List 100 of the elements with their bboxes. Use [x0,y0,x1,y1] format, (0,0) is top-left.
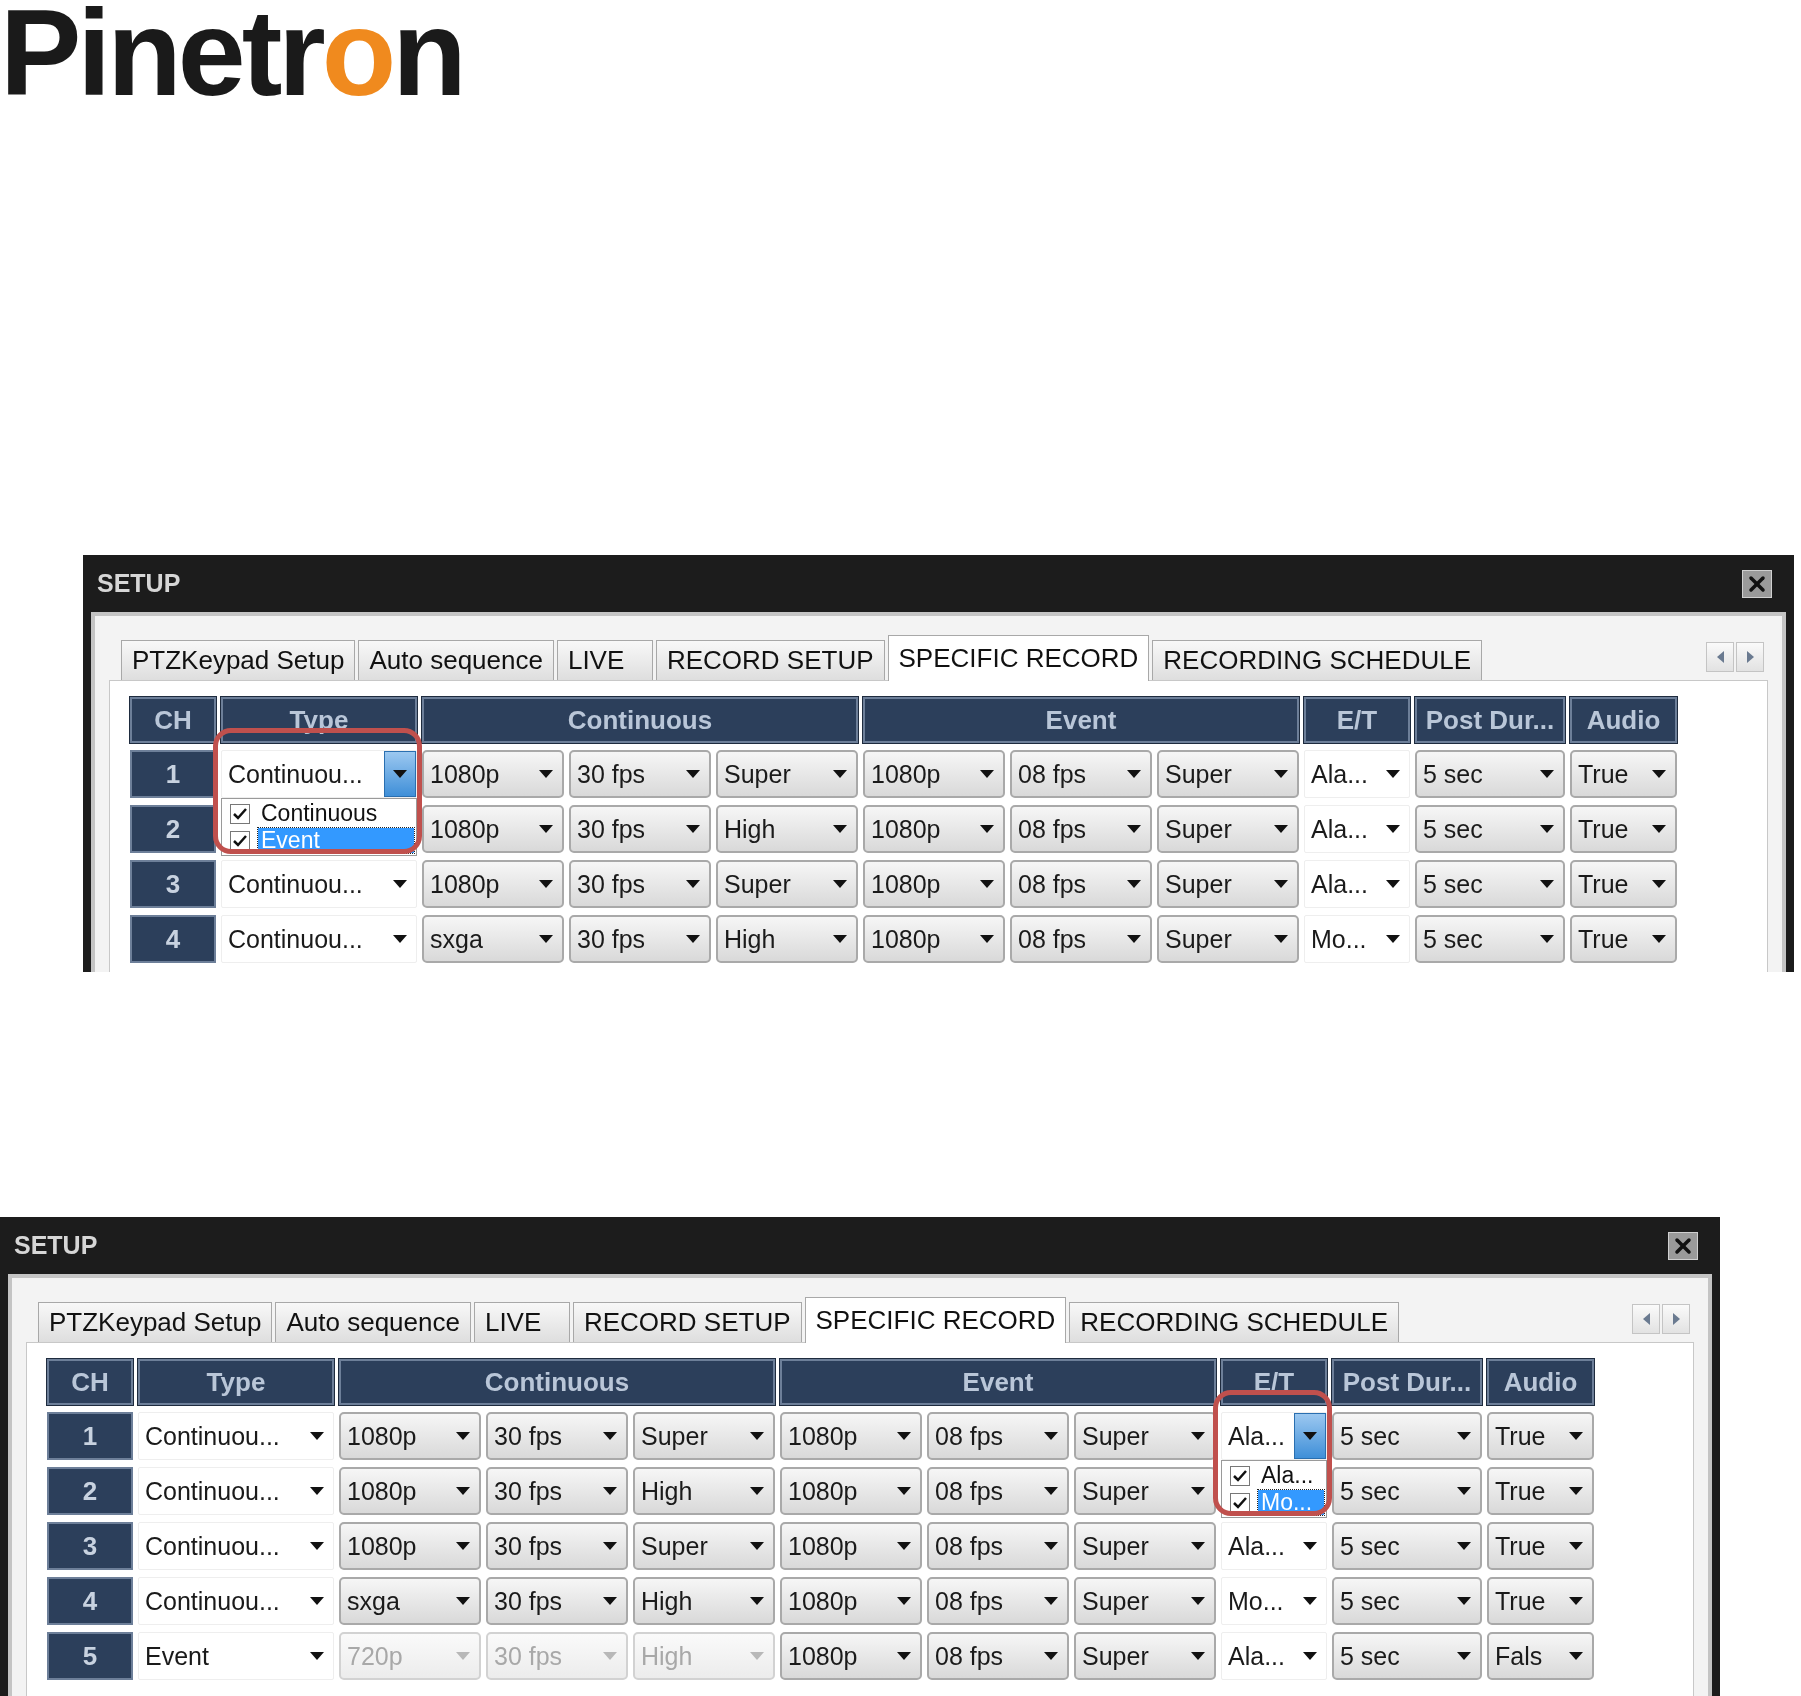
dropdown-select[interactable]: Mo... [1304,915,1410,963]
dropdown-select[interactable]: 1080p [780,1412,922,1460]
tab[interactable]: PTZKeypad Setup [38,1302,273,1342]
dropdown-select[interactable]: 1080p [780,1467,922,1515]
dropdown-select[interactable]: Super [633,1412,775,1460]
dropdown-select[interactable]: 08 fps [927,1467,1069,1515]
dropdown-select[interactable]: sxga [339,1577,481,1625]
dropdown-select[interactable]: 30 fps [486,1412,628,1460]
tab[interactable]: SPECIFIC RECORD [804,1297,1067,1343]
tab[interactable]: SPECIFIC RECORD [887,635,1150,681]
dropdown-select[interactable]: Continuou... [138,1522,334,1570]
dropdown-select[interactable]: Fals [1487,1632,1594,1680]
dropdown-select[interactable]: High [633,1577,775,1625]
scroll-right-button[interactable] [1736,642,1764,672]
dropdown-select[interactable]: 30 fps [486,1577,628,1625]
tab[interactable]: RECORD SETUP [572,1302,802,1342]
dropdown-select[interactable]: Super [1074,1577,1216,1625]
tab[interactable]: LIVE [556,640,653,680]
dropdown-select[interactable]: Super [1074,1522,1216,1570]
scroll-right-button[interactable] [1662,1304,1690,1334]
dropdown-select[interactable]: 1080p [339,1467,481,1515]
dropdown-select[interactable]: High [716,805,858,853]
dropdown-select[interactable]: 1080p [422,860,564,908]
dropdown-select[interactable]: 1080p [339,1522,481,1570]
dropdown-select[interactable]: 1080p [422,750,564,798]
dropdown-select[interactable]: 5 sec [1415,750,1565,798]
dropdown-select[interactable]: Event [138,1632,334,1680]
close-button[interactable] [1742,569,1772,598]
dropdown-select[interactable]: True [1570,805,1677,853]
dropdown-select[interactable]: Super [1157,805,1299,853]
tab[interactable]: PTZKeypad Setup [121,640,356,680]
dropdown-select[interactable]: Continuou... [138,1412,334,1460]
dropdown-select[interactable]: Super [716,750,858,798]
dropdown-select[interactable]: Continuou... [138,1467,334,1515]
dropdown-select[interactable]: 1080p [780,1632,922,1680]
dropdown-select[interactable]: True [1487,1412,1594,1460]
scroll-left-button[interactable] [1632,1304,1660,1334]
dropdown-select[interactable]: 08 fps [1010,915,1152,963]
dropdown-select[interactable]: 08 fps [927,1412,1069,1460]
dropdown-select[interactable]: Ala... [1221,1522,1327,1570]
dropdown-select[interactable]: Ala... [1221,1412,1327,1460]
dropdown-select[interactable]: Continuou... [221,915,417,963]
dropdown-select[interactable]: Ala... [1304,805,1410,853]
dropdown-select[interactable]: 1080p [339,1412,481,1460]
dropdown-select[interactable]: Super [1074,1412,1216,1460]
dropdown-select[interactable]: Super [1157,915,1299,963]
dropdown-select[interactable]: Ala... [1221,1632,1327,1680]
close-button[interactable] [1668,1231,1698,1260]
dropdown-select[interactable]: Super [633,1522,775,1570]
dropdown-select[interactable]: True [1487,1577,1594,1625]
tab[interactable]: LIVE [473,1302,570,1342]
checkbox[interactable] [230,803,250,824]
dropdown-select[interactable]: 1080p [422,805,564,853]
dropdown-select[interactable]: 1080p [863,915,1005,963]
dropdown-select[interactable]: sxga [422,915,564,963]
dropdown-select[interactable]: Super [1157,860,1299,908]
menu-option[interactable]: Ala... [1258,1463,1324,1488]
dropdown-select[interactable]: 1080p [780,1577,922,1625]
dropdown-select[interactable]: 1080p [780,1522,922,1570]
dropdown-select[interactable]: 5 sec [1332,1577,1482,1625]
dropdown-select[interactable]: True [1570,915,1677,963]
dropdown-select[interactable]: 08 fps [927,1522,1069,1570]
dropdown-select[interactable]: Continuou... [221,860,417,908]
dropdown-select[interactable]: 5 sec [1332,1632,1482,1680]
tab[interactable]: RECORDING SCHEDULE [1152,640,1483,680]
dropdown-select[interactable]: Super [1074,1632,1216,1680]
tab[interactable]: RECORD SETUP [655,640,885,680]
dropdown-select[interactable]: Continuou... [138,1577,334,1625]
dropdown-select[interactable]: High [633,1467,775,1515]
dropdown-select[interactable]: 08 fps [927,1632,1069,1680]
checkbox[interactable] [230,830,250,851]
dropdown-select[interactable]: Super [1074,1467,1216,1515]
dropdown-select[interactable]: 30 fps [569,915,711,963]
dropdown-select[interactable]: 30 fps [569,860,711,908]
dropdown-select[interactable]: Super [1157,750,1299,798]
dropdown-select[interactable]: True [1487,1467,1594,1515]
dropdown-select[interactable]: 30 fps [486,1522,628,1570]
checkbox[interactable] [1230,1492,1250,1513]
dropdown-select[interactable]: True [1487,1522,1594,1570]
dropdown-select[interactable]: True [1570,750,1677,798]
dropdown-select[interactable]: 5 sec [1415,805,1565,853]
dropdown-select[interactable]: 08 fps [1010,805,1152,853]
dropdown-select[interactable]: 5 sec [1332,1522,1482,1570]
tab[interactable]: Auto sequence [275,1302,471,1342]
dropdown-select[interactable]: 30 fps [569,805,711,853]
dropdown-select[interactable]: High [716,915,858,963]
dropdown-select[interactable]: 5 sec [1332,1412,1482,1460]
tab[interactable]: RECORDING SCHEDULE [1069,1302,1400,1342]
dropdown-select[interactable]: 5 sec [1332,1467,1482,1515]
dropdown-select[interactable]: True [1570,860,1677,908]
tab[interactable]: Auto sequence [358,640,554,680]
dropdown-select[interactable]: 30 fps [486,1467,628,1515]
dropdown-select[interactable]: 1080p [863,750,1005,798]
dropdown-select[interactable]: 08 fps [1010,750,1152,798]
dropdown-select[interactable]: 5 sec [1415,860,1565,908]
dropdown-select[interactable]: 30 fps [569,750,711,798]
dropdown-select[interactable]: Ala... [1304,750,1410,798]
dropdown-select[interactable]: Continuou... [221,750,417,798]
dropdown-select[interactable]: 1080p [863,860,1005,908]
dropdown-select[interactable]: Super [716,860,858,908]
